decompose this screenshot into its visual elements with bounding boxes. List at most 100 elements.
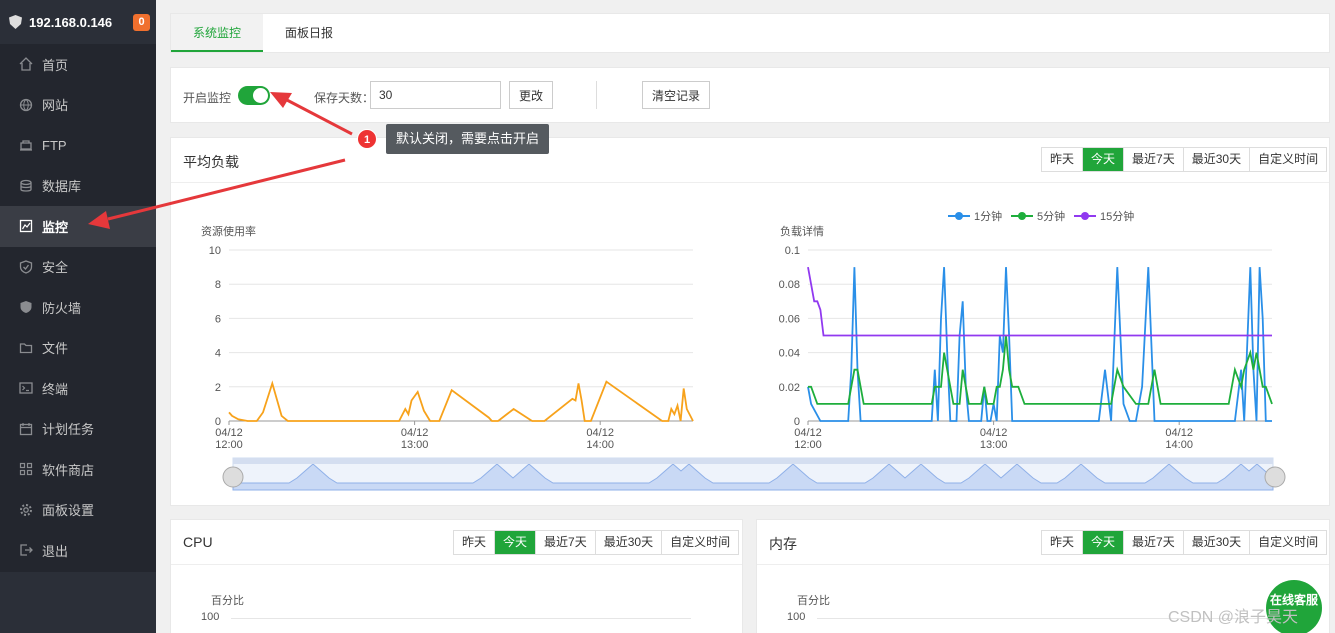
range-option[interactable]: 自定义时间 <box>661 531 738 554</box>
sidebar-footer <box>0 572 156 633</box>
annotation-number: 1 <box>357 129 377 149</box>
message-badge[interactable]: 0 <box>133 13 150 31</box>
sidebar-item-label: FTP <box>42 137 67 153</box>
y-axis-label: 负载详情 <box>780 224 824 238</box>
sidebar-item[interactable]: 终端 <box>0 368 156 409</box>
y-tick-label: 0.08 <box>779 279 800 291</box>
tab-panel-daily[interactable]: 面板日报 <box>263 14 355 52</box>
tab-system-monitor[interactable]: 系统监控 <box>171 14 264 52</box>
load-panel-title: 平均负载 <box>183 154 239 170</box>
y-tick-label: 4 <box>215 348 221 360</box>
range-option[interactable]: 自定义时间 <box>1249 148 1326 171</box>
sidebar-item[interactable]: 网站 <box>0 85 156 126</box>
zoom-handle-left <box>222 466 244 488</box>
sidebar-item[interactable]: 监控 <box>0 206 156 247</box>
x-tick-label: 04/12 14:00 <box>586 427 614 451</box>
memory-range-selector: 昨天 今天 最近7天 最近30天 自定义时间 <box>1041 530 1328 555</box>
sidebar: 192.168.0.146 0 首页网站 FTP 数据库 监控安全防火墙文件终端计划任… <box>0 0 156 633</box>
divider <box>171 182 1329 183</box>
range-option[interactable]: 最近30天 <box>1182 148 1249 171</box>
y-tick-label: 0.04 <box>779 348 800 360</box>
series-line <box>808 335 1273 405</box>
sidebar-item[interactable]: 软件商店 <box>0 449 156 490</box>
y-tick-label: 8 <box>215 279 221 291</box>
series-line <box>228 380 694 422</box>
memory-y-axis-label: 百分比 <box>797 595 830 607</box>
enable-monitor-label: 开启监控 <box>183 91 232 105</box>
enable-monitor-toggle[interactable] <box>238 86 270 105</box>
retention-days-input[interactable] <box>370 81 501 109</box>
legend-label: 15分钟 <box>1100 209 1134 223</box>
legend-marker <box>1018 212 1026 220</box>
sidebar-item-label: 计划任务 <box>42 422 95 438</box>
database-icon <box>20 179 32 192</box>
clear-records-button[interactable]: 清空记录 <box>642 81 711 109</box>
monitor-icon <box>19 220 33 233</box>
server-host: 192.168.0.146 <box>29 14 113 30</box>
sidebar-item-label: 软件商店 <box>42 462 95 478</box>
change-days-button[interactable]: 更改 <box>509 81 554 109</box>
sidebar-item-label: 安全 <box>42 260 69 276</box>
range-option[interactable]: 今天 <box>1082 148 1124 171</box>
memory-y-tick: 100 <box>787 611 806 623</box>
range-option[interactable]: 昨天 <box>1042 148 1082 171</box>
cpu-panel: CPU 昨天 今天 最近7天 最近30天 自定义时间 百分比 100 <box>170 519 743 633</box>
cpu-y-axis-label: 百分比 <box>211 595 244 607</box>
firewall-icon <box>20 301 32 314</box>
grid-icon <box>19 463 33 476</box>
monitor-controls: 开启监控 保存天数： 更改 清空记录 <box>170 67 1330 123</box>
gear-icon <box>20 503 32 516</box>
range-option[interactable]: 自定义时间 <box>1249 531 1326 554</box>
divider <box>596 81 597 109</box>
range-option[interactable]: 昨天 <box>454 531 494 554</box>
sidebar-item-label: 防火墙 <box>42 300 82 316</box>
series-line <box>807 266 1272 337</box>
range-option[interactable]: 最近7天 <box>1123 148 1183 171</box>
cpu-y-tick: 100 <box>201 611 220 623</box>
x-tick-label: 04/12 13:00 <box>401 427 429 451</box>
sidebar-item[interactable]: 面板设置 <box>0 490 156 531</box>
sidebar-item-label: 网站 <box>42 98 69 114</box>
divider <box>757 564 1329 565</box>
sidebar-item[interactable]: 计划任务 <box>0 409 156 450</box>
legend-marker <box>1081 212 1089 220</box>
retention-days-label: 保存天数： <box>314 91 375 105</box>
sidebar-item-label: 文件 <box>42 341 69 357</box>
y-tick-label: 6 <box>215 313 221 325</box>
range-option[interactable]: 今天 <box>494 531 536 554</box>
x-tick-label: 04/12 12:00 <box>215 427 243 451</box>
legend-label: 1分钟 <box>974 209 1002 223</box>
shield-check-icon <box>19 260 33 274</box>
sidebar-item[interactable]: FTP <box>0 125 156 166</box>
sidebar-item-label: 终端 <box>42 381 69 397</box>
cpu-gridline <box>231 618 691 619</box>
sidebar-item[interactable]: 首页 <box>0 44 156 85</box>
y-tick-label: 0.02 <box>779 382 800 394</box>
range-option[interactable]: 最近30天 <box>1182 531 1249 554</box>
sidebar-item[interactable]: 防火墙 <box>0 287 156 328</box>
watermark: CSDN @浪子昊天 <box>1168 609 1299 626</box>
zoom-slider-bar <box>233 458 1273 464</box>
sidebar-item[interactable]: 安全 <box>0 247 156 288</box>
sidebar-item[interactable]: 数据库 <box>0 166 156 207</box>
range-option[interactable]: 最近7天 <box>1123 531 1183 554</box>
series-line <box>807 267 1272 422</box>
sidebar-item[interactable]: 文件 <box>0 328 156 369</box>
home-icon <box>19 57 33 71</box>
main-content: 系统监控 面板日报 开启监控 保存天数： 更改 清空记录 平均负载 昨天今天最近… <box>156 0 1335 633</box>
calendar-icon <box>19 422 33 435</box>
sidebar-item[interactable]: 退出 <box>0 530 156 571</box>
y-tick-label: 10 <box>209 245 221 257</box>
folder-icon <box>19 343 33 353</box>
ftp-icon <box>20 140 32 151</box>
range-option[interactable]: 今天 <box>1082 531 1124 554</box>
memory-panel-title: 内存 <box>769 536 797 552</box>
range-option[interactable]: 最近7天 <box>535 531 595 554</box>
sidebar-item-label: 首页 <box>42 57 69 73</box>
range-option[interactable]: 昨天 <box>1042 531 1082 554</box>
range-option[interactable]: 最近30天 <box>594 531 661 554</box>
server-header[interactable]: 192.168.0.146 0 <box>0 0 156 44</box>
sidebar-item-label: 退出 <box>42 543 69 559</box>
load-range-selector: 昨天 今天 最近7天 最近30天 自定义时间 <box>1041 147 1328 172</box>
tab-bar: 系统监控 面板日报 <box>170 13 1330 53</box>
